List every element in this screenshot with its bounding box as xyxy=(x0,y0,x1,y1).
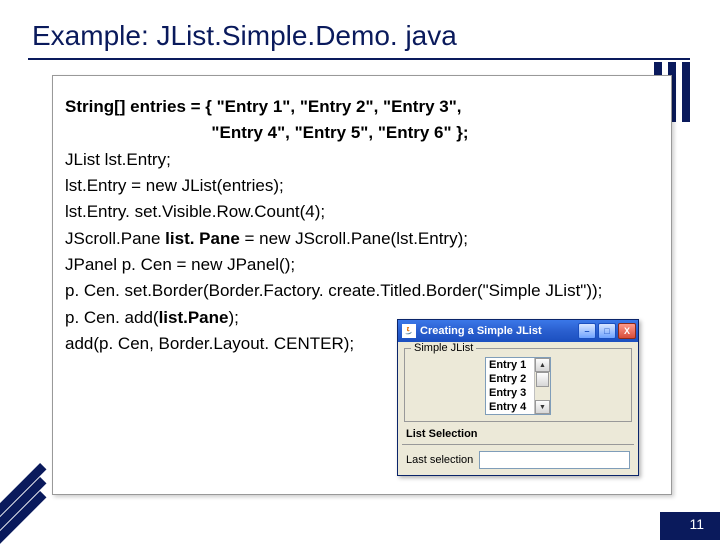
code-block: String[] entries = { "Entry 1", "Entry 2… xyxy=(52,75,672,495)
window-title: Creating a Simple JList xyxy=(420,325,574,337)
chevron-up-icon: ▲ xyxy=(539,362,546,369)
list-item[interactable]: Entry 4 xyxy=(486,400,534,414)
decoration-bars-bottom-left xyxy=(0,470,70,550)
simple-jlist-panel: Simple JList Entry 1Entry 2Entry 3Entry … xyxy=(404,348,632,422)
last-selection-label: Last selection xyxy=(406,454,473,466)
jlist[interactable]: Entry 1Entry 2Entry 3Entry 4 xyxy=(486,358,534,414)
close-button[interactable]: X xyxy=(618,323,636,339)
last-selection-row: Last selection xyxy=(402,449,634,471)
last-selection-field[interactable] xyxy=(479,451,630,469)
code-line: JScroll.Pane list. Pane = new JScroll.Pa… xyxy=(65,226,663,252)
code-line: JList lst.Entry; xyxy=(65,147,663,173)
scrollbar-track[interactable] xyxy=(535,372,550,400)
minimize-icon: – xyxy=(584,326,589,336)
code-line: "Entry 4", "Entry 5", "Entry 6" }; xyxy=(65,120,663,146)
scroll-down-button[interactable]: ▼ xyxy=(535,400,550,414)
chevron-down-icon: ▼ xyxy=(539,404,546,411)
list-item[interactable]: Entry 1 xyxy=(486,358,534,372)
maximize-button[interactable]: □ xyxy=(598,323,616,339)
code-line: lst.Entry = new JList(entries); xyxy=(65,173,663,199)
vertical-scrollbar[interactable]: ▲ ▼ xyxy=(534,358,550,414)
title-bar: Example: JList.Simple.Demo. java xyxy=(28,12,690,60)
scrollbar-thumb[interactable] xyxy=(536,372,549,387)
scroll-up-button[interactable]: ▲ xyxy=(535,358,550,372)
minimize-button[interactable]: – xyxy=(578,323,596,339)
code-line: lst.Entry. set.Visible.Row.Count(4); xyxy=(65,199,663,225)
list-item[interactable]: Entry 2 xyxy=(486,372,534,386)
page-number: 11 xyxy=(683,514,710,534)
code-line: JPanel p. Cen = new JPanel(); xyxy=(65,252,663,278)
window-body: Simple JList Entry 1Entry 2Entry 3Entry … xyxy=(398,342,638,475)
close-icon: X xyxy=(624,326,630,336)
jlist-scrollpane: Entry 1Entry 2Entry 3Entry 4 ▲ ▼ xyxy=(485,357,551,415)
demo-window: Creating a Simple JList – □ X Simple JLi… xyxy=(397,319,639,476)
slide: Example: JList.Simple.Demo. java String[… xyxy=(0,0,720,540)
titled-border-label: Simple JList xyxy=(411,342,476,354)
window-titlebar[interactable]: Creating a Simple JList – □ X xyxy=(398,320,638,342)
slide-title: Example: JList.Simple.Demo. java xyxy=(28,12,690,60)
code-line: String[] entries = { "Entry 1", "Entry 2… xyxy=(65,94,663,120)
window-buttons: – □ X xyxy=(578,323,636,339)
java-icon xyxy=(402,324,416,338)
code-line: p. Cen. set.Border(Border.Factory. creat… xyxy=(65,278,663,304)
maximize-icon: □ xyxy=(604,326,609,336)
separator xyxy=(402,444,634,445)
list-item[interactable]: Entry 3 xyxy=(486,386,534,400)
list-selection-label: List Selection xyxy=(402,424,634,440)
